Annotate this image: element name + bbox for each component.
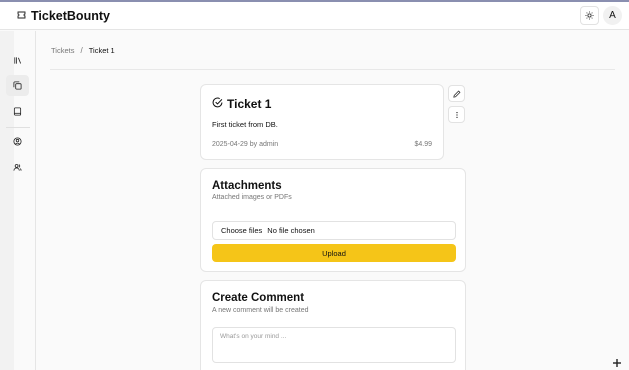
breadcrumb: Tickets / Ticket 1: [51, 46, 115, 55]
breadcrumb-current: Ticket 1: [88, 46, 115, 55]
file-status: No file chosen: [267, 226, 315, 235]
ticket-content: First ticket from DB.: [212, 120, 278, 129]
choose-files-button[interactable]: Choose files: [221, 226, 262, 235]
content-divider: [50, 69, 615, 70]
book-icon: [13, 103, 22, 121]
sidebar-item-account[interactable]: [6, 131, 29, 152]
edit-ticket-button[interactable]: [448, 85, 465, 102]
sidebar-item-tickets[interactable]: [6, 50, 29, 71]
attachments-description: Attached images or PDFs: [212, 194, 292, 201]
ticket-title: Ticket 1: [212, 95, 271, 113]
app-title: TicketBounty: [31, 8, 110, 23]
create-comment-description: A new comment will be created: [212, 307, 309, 314]
more-vertical-icon: [453, 106, 461, 124]
sun-icon: [585, 7, 594, 25]
copy-icon: [13, 77, 22, 95]
ticket-meta: 2025-04-29 by admin: [212, 141, 279, 148]
theme-toggle-button[interactable]: [580, 6, 599, 25]
sidebar-item-organizations[interactable]: [6, 157, 29, 178]
breadcrumb-tickets-link[interactable]: Tickets: [51, 46, 74, 55]
sidebar-separator: [6, 127, 30, 128]
ticket-icon: [17, 11, 26, 21]
app-logo[interactable]: TicketBounty: [17, 9, 110, 23]
header: TicketBounty A: [0, 2, 629, 30]
attachments-card: Attachments Attached images or PDFs Choo…: [200, 168, 466, 272]
check-circle-icon: [212, 95, 223, 113]
attachments-title: Attachments: [212, 180, 282, 192]
users-icon: [13, 159, 22, 177]
file-input[interactable]: Choose files No file chosen: [212, 221, 456, 240]
more-options-button[interactable]: [448, 106, 465, 123]
avatar[interactable]: A: [603, 6, 622, 25]
pencil-icon: [452, 85, 461, 103]
sidebar-item-docs[interactable]: [6, 101, 29, 122]
create-comment-title: Create Comment: [212, 292, 305, 304]
sidebar: [0, 31, 36, 370]
breadcrumb-separator: /: [80, 46, 83, 55]
ticket-title-text: Ticket 1: [227, 97, 272, 111]
upload-button[interactable]: Upload: [212, 244, 456, 262]
move-icon: [612, 355, 622, 367]
sidebar-item-our-tickets[interactable]: [6, 75, 29, 96]
ticket-price: $4.99: [414, 141, 432, 148]
create-comment-card: Create Comment A new comment will be cre…: [200, 280, 466, 370]
ticket-card: Ticket 1 First ticket from DB. 2025-04-2…: [200, 84, 444, 160]
user-circle-icon: [13, 133, 22, 151]
comment-textarea[interactable]: What's on your mind ...: [212, 327, 456, 363]
library-icon: [13, 52, 22, 70]
